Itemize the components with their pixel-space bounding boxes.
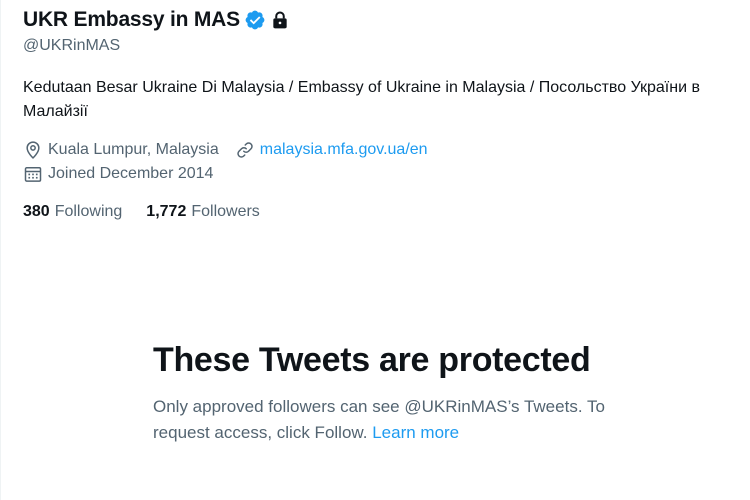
profile-meta-row: Kuala Lumpur, Malaysia malaysia.mfa.gov.… [23,140,444,160]
following-link[interactable]: 380 Following [23,203,122,221]
website-link[interactable]: malaysia.mfa.gov.ua/en [260,141,428,159]
link-icon [235,140,255,160]
joined-item: Joined December 2014 [23,164,213,184]
learn-more-link[interactable]: Learn more [372,423,459,442]
protected-tweets-notice: These Tweets are protected Only approved… [153,338,613,446]
joined-text: Joined December 2014 [48,165,214,182]
name-row: UKR Embassy in MAS [23,5,290,35]
website-item[interactable]: malaysia.mfa.gov.ua/en [235,140,428,160]
followers-count: 1,772 [146,203,187,220]
profile-bio: Kedutaan Besar Ukraine Di Malaysia / Emb… [23,79,700,120]
column-border [0,0,1,500]
verified-badge-icon[interactable] [244,9,266,31]
profile-meta-row-2: Joined December 2014 [23,164,229,184]
location-item: Kuala Lumpur, Malaysia [23,140,219,160]
display-name: UKR Embassy in MAS [23,8,240,31]
following-label: Following [54,203,123,220]
calendar-icon [23,164,43,184]
followers-link[interactable]: 1,772 Followers [146,203,260,221]
following-count: 380 [23,203,50,220]
location-pin-icon [23,140,43,160]
followers-label: Followers [191,203,260,220]
profile-handle: @UKRinMAS [23,37,121,54]
profile-stats: 380 Following 1,772 Followers [23,203,284,221]
protected-body: Only approved followers can see @UKRinMA… [153,394,613,446]
location-text: Kuala Lumpur, Malaysia [48,141,219,158]
lock-icon [270,10,290,30]
protected-title: These Tweets are protected [153,341,591,379]
